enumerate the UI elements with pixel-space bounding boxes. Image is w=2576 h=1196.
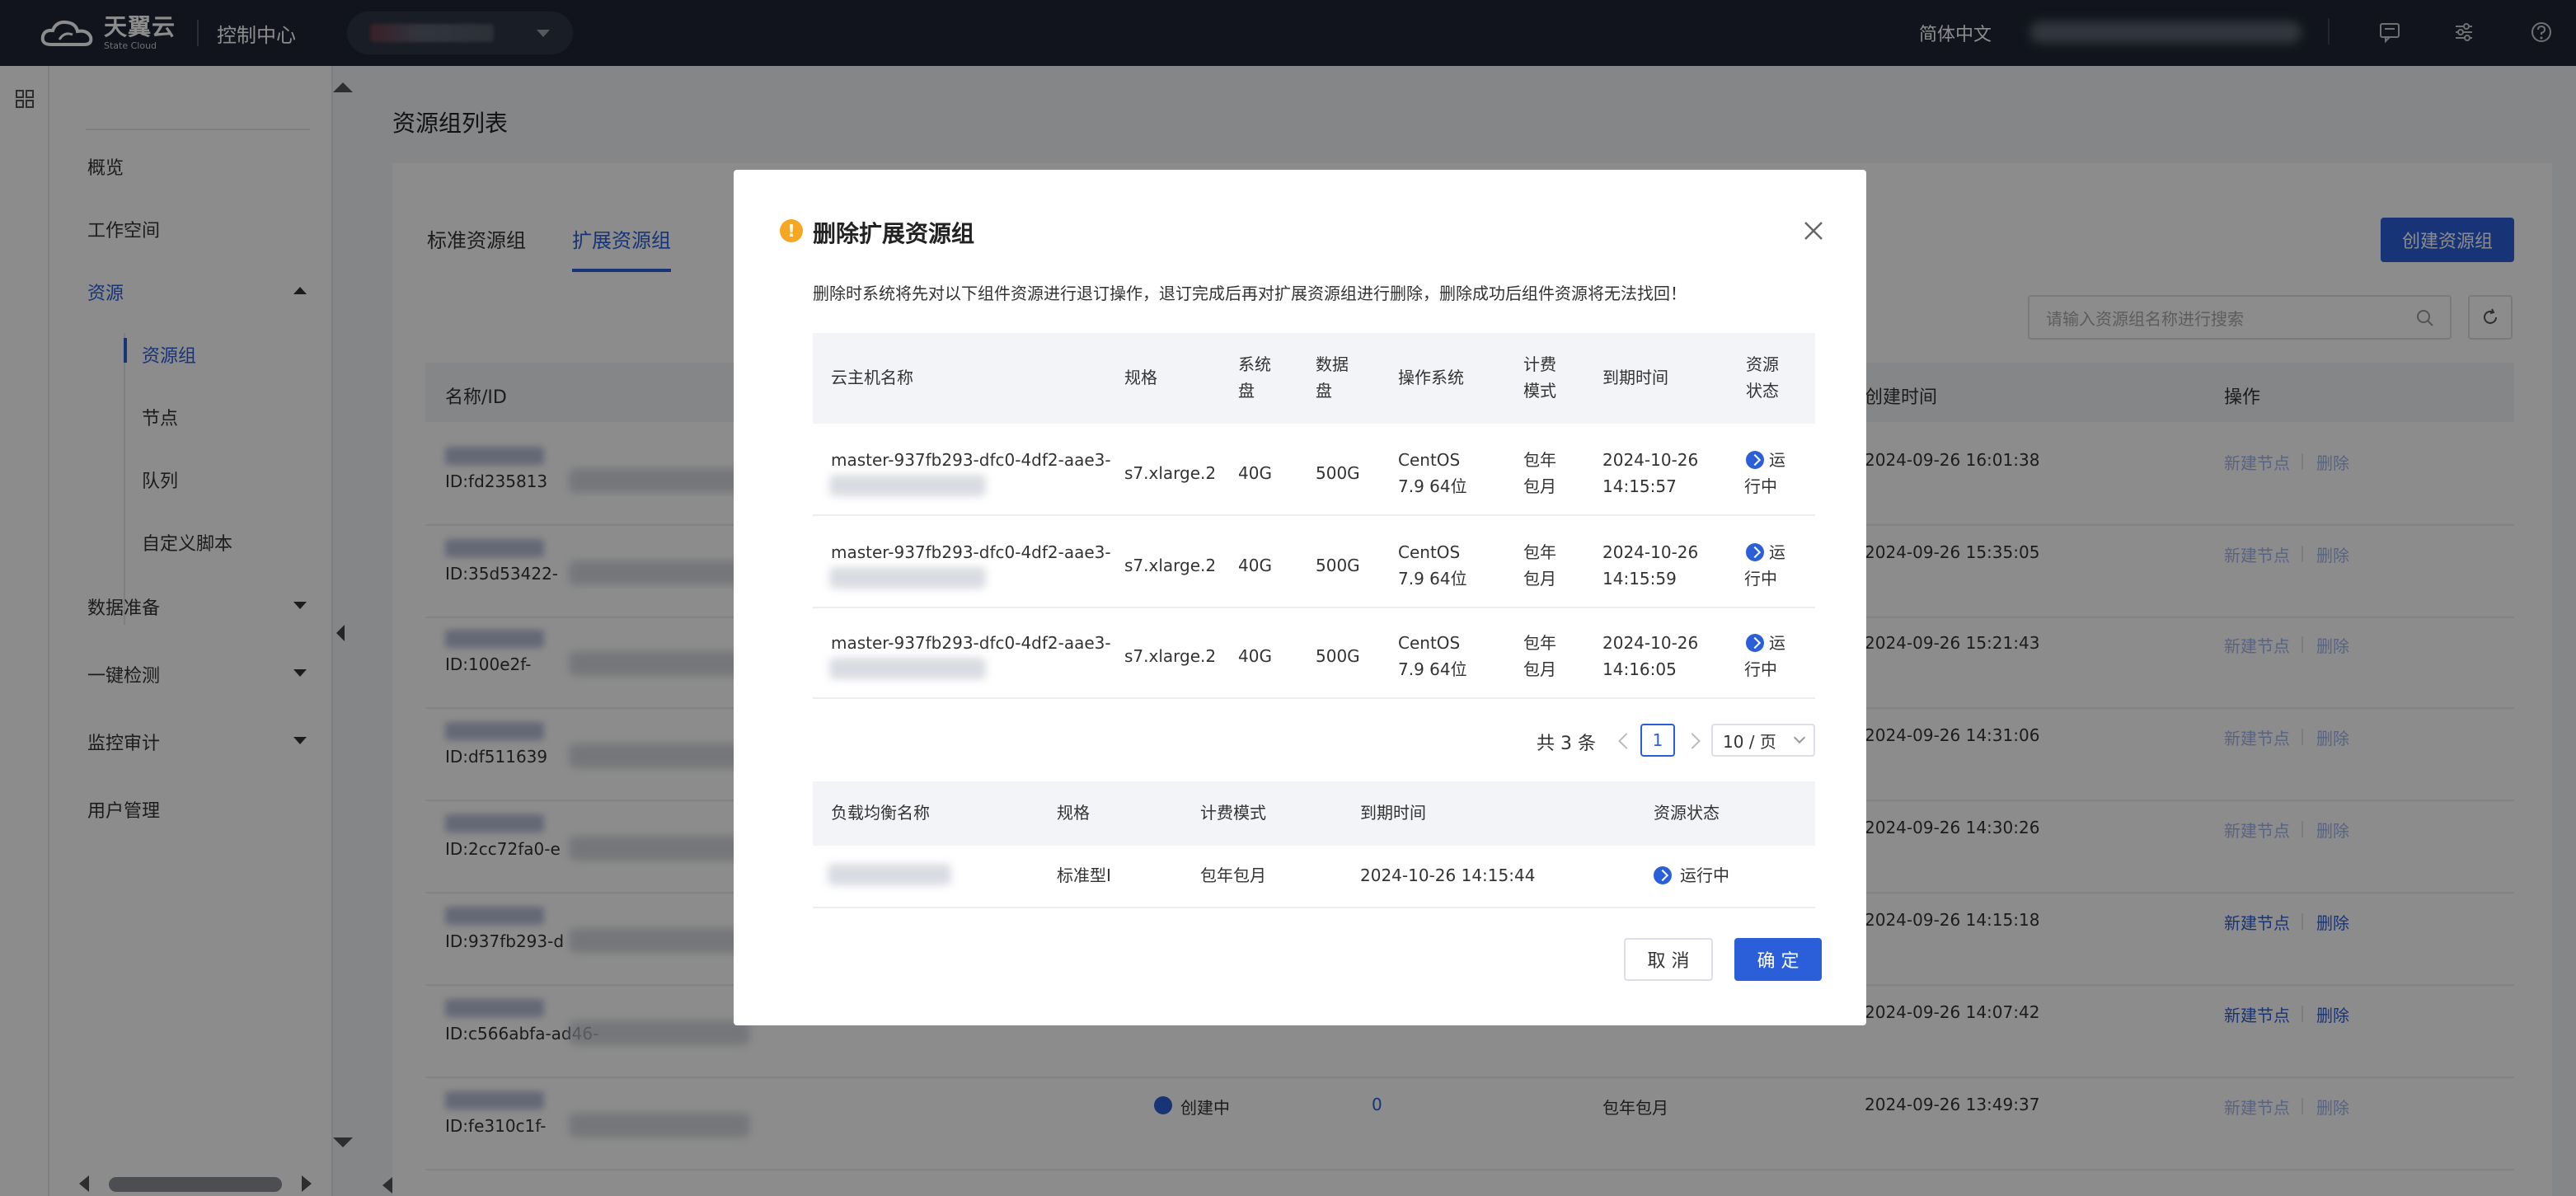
lb-col-billing: 计费模式: [1200, 803, 1266, 823]
row-divider: [813, 514, 1815, 516]
vm-os: CentOS 7.9 64位: [1398, 633, 1467, 679]
vm-system-disk: 40G: [1238, 463, 1272, 483]
vm-spec: s7.xlarge.2: [1124, 556, 1217, 575]
lb-name-redacted: [828, 864, 951, 885]
vm-name: master-937fb293-dfc0-4df2-aae3-: [831, 450, 1111, 470]
vm-col-status: 资源状态: [1746, 354, 1779, 401]
vm-data-disk: 500G: [1316, 463, 1360, 483]
vm-system-disk: 40G: [1238, 646, 1272, 666]
vm-col-system-disk: 系统盘: [1238, 354, 1271, 401]
vm-expire: 2024-10-26 14:15:59: [1602, 542, 1699, 589]
vm-col-spec: 规格: [1124, 368, 1157, 387]
vm-expire: 2024-10-26 14:15:57: [1602, 450, 1699, 496]
vm-col-data-disk: 数据盘: [1316, 354, 1349, 401]
vm-billing: 包年包月: [1523, 542, 1556, 589]
lb-col-spec: 规格: [1057, 803, 1090, 823]
vm-name-redacted: [829, 567, 986, 589]
lb-status: 运行中: [1680, 865, 1729, 885]
confirm-button[interactable]: 确 定: [1734, 938, 1822, 981]
lb-expire: 2024-10-26 14:15:44: [1360, 865, 1536, 885]
vm-system-disk: 40G: [1238, 556, 1272, 575]
vm-spec: s7.xlarge.2: [1124, 463, 1217, 483]
vm-os: CentOS 7.9 64位: [1398, 542, 1467, 589]
row-divider: [813, 907, 1815, 908]
close-icon[interactable]: [1802, 219, 1825, 242]
pager-current-page[interactable]: 1: [1640, 724, 1675, 757]
vm-billing: 包年包月: [1523, 633, 1556, 679]
vm-col-expire: 到期时间: [1602, 368, 1668, 387]
vm-status: 运行中: [1744, 633, 1785, 679]
lb-col-expire: 到期时间: [1360, 803, 1426, 823]
vm-col-billing: 计费模式: [1523, 354, 1556, 401]
vm-expire: 2024-10-26 14:16:05: [1602, 633, 1699, 679]
page-size-value: 10 / 页: [1723, 731, 1776, 752]
dialog-title: 删除扩展资源组: [813, 220, 975, 247]
delete-extended-group-dialog: ! 删除扩展资源组 删除时系统将先对以下组件资源进行退订操作，退订完成后再对扩展…: [734, 170, 1866, 1025]
vm-status: 运行中: [1744, 450, 1785, 496]
cancel-button[interactable]: 取 消: [1624, 938, 1713, 981]
dialog-description: 删除时系统将先对以下组件资源进行退订操作，退订完成后再对扩展资源组进行删除，删除…: [813, 284, 1687, 303]
chevron-left-icon[interactable]: [1618, 733, 1635, 749]
running-status-icon: [1654, 866, 1672, 884]
pager-total: 共 3 条: [1537, 734, 1596, 754]
vm-col-name: 云主机名称: [831, 368, 913, 387]
lb-billing: 包年包月: [1200, 865, 1266, 885]
vm-name-redacted: [829, 475, 986, 496]
page-size-select[interactable]: 10 / 页: [1711, 724, 1815, 757]
row-divider: [813, 697, 1815, 699]
vm-status: 运行中: [1744, 542, 1785, 589]
vm-data-disk: 500G: [1316, 646, 1360, 666]
chevron-down-icon: [1793, 731, 1806, 744]
chevron-right-icon[interactable]: [1684, 733, 1701, 749]
vm-spec: s7.xlarge.2: [1124, 646, 1217, 666]
vm-data-disk: 500G: [1316, 556, 1360, 575]
row-divider: [813, 607, 1815, 608]
lb-col-status: 资源状态: [1654, 803, 1720, 823]
lb-spec: 标准型I: [1057, 865, 1111, 885]
vm-name: master-937fb293-dfc0-4df2-aae3-: [831, 633, 1111, 653]
vm-col-os: 操作系统: [1398, 368, 1464, 387]
warning-icon: !: [780, 219, 803, 242]
vm-os: CentOS 7.9 64位: [1398, 450, 1467, 496]
vm-name: master-937fb293-dfc0-4df2-aae3-: [831, 542, 1111, 562]
vm-name-redacted: [829, 658, 986, 679]
lb-col-name: 负载均衡名称: [831, 803, 930, 823]
vm-billing: 包年包月: [1523, 450, 1556, 496]
